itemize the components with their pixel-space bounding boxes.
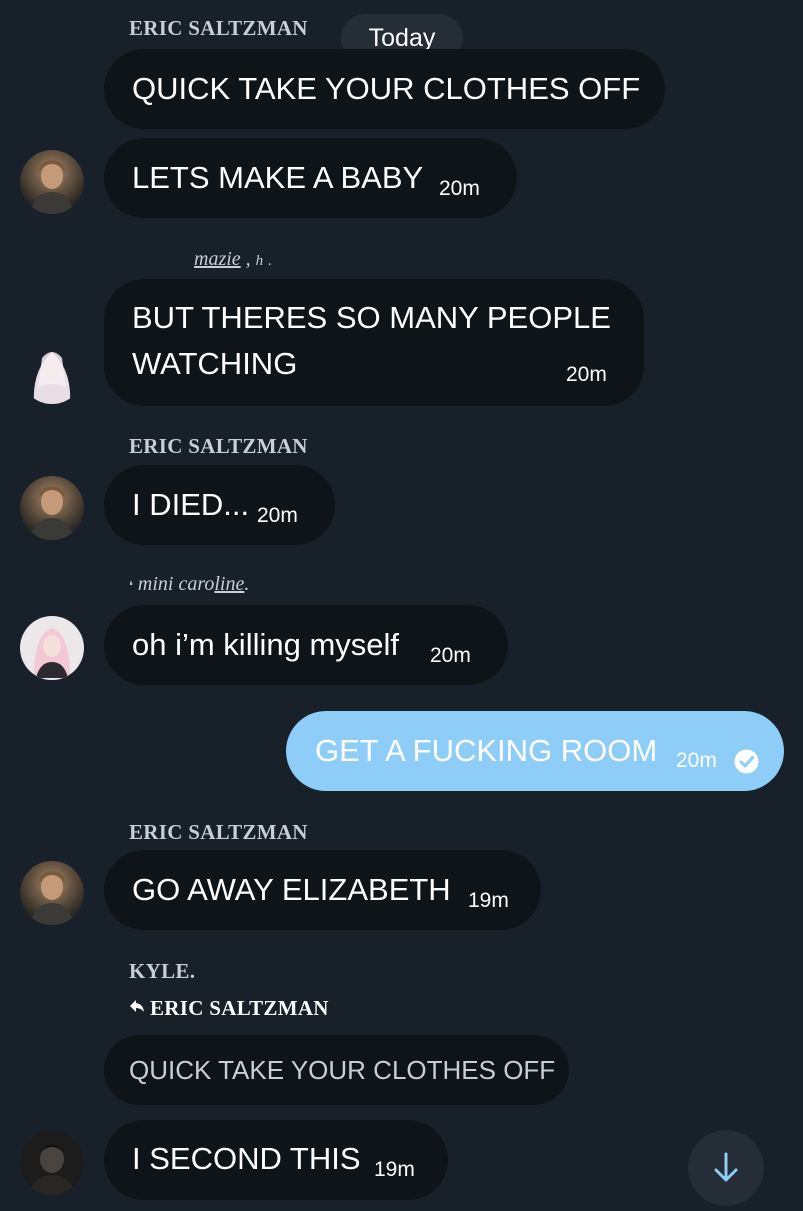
message-time: 19m [374,1158,415,1181]
message-text: LETS MAKE A BABY [132,160,424,195]
message-text: I DIED... [132,487,250,522]
own-message-bubble[interactable]: GET A FUCKING ROOM 20m [286,711,784,791]
message-bubble[interactable]: LETS MAKE A BABY 20m [104,138,517,218]
sender-name-part: , [245,248,251,270]
arrow-down-icon [714,1152,738,1182]
message-time: 20m [439,177,480,200]
avatar[interactable] [20,1131,84,1195]
quoted-text: QUICK TAKE YOUR CLOTHES OFF [129,1055,556,1085]
sender-name: KYLE. [129,959,196,983]
message-time: 20m [430,644,471,667]
message-text: QUICK TAKE YOUR CLOTHES OFF [132,71,641,106]
scroll-down-button[interactable] [688,1130,764,1206]
reply-to-name: ERIC SALTZMAN [150,996,329,1020]
message-text: I SECOND THIS [132,1141,361,1176]
message-time: 19m [468,889,509,912]
sender-name-part: h [255,253,264,269]
message-bubble[interactable]: GO AWAY ELIZABETH 19m [104,850,541,930]
quote-mark-icon: ❛ [129,579,133,593]
message-bubble[interactable]: oh i’m killing myself 20m [104,605,508,685]
check-circle-icon [734,749,759,774]
message-bubble[interactable]: I DIED... 20m [104,465,335,545]
avatar-portrait-icon [30,871,74,925]
message-time: 20m [257,504,298,527]
message-bubble[interactable]: BUT THERES SO MANY PEOPLE WATCHING 20m [104,279,644,406]
sender-name-part: line [214,573,245,595]
sender-name: ERIC SALTZMAN [129,820,308,844]
avatar-portrait-icon [34,628,70,678]
avatar[interactable] [20,476,84,540]
message-text: GO AWAY ELIZABETH [132,872,451,907]
message-bubble[interactable]: I SECOND THIS 19m [104,1120,448,1200]
sender-name-part: mini [137,573,174,595]
avatar[interactable] [20,150,84,214]
avatar-portrait-icon [30,486,74,540]
sender-name-part: mazie [194,248,241,270]
sender-name: ERIC SALTZMAN [129,16,308,40]
message-text: BUT THERES SO MANY PEOPLE [132,300,611,335]
avatar-portrait-icon [33,352,71,404]
message-text: WATCHING [132,346,298,381]
avatar[interactable] [20,340,84,404]
message-time: 20m [676,749,717,772]
quoted-message[interactable]: QUICK TAKE YOUR CLOTHES OFF [104,1035,569,1105]
avatar-portrait-icon [30,160,74,214]
message-time: 20m [566,363,607,386]
avatar[interactable] [20,861,84,925]
message-text: oh i’m killing myself [132,627,400,662]
avatar[interactable] [20,616,84,680]
reply-icon [128,997,146,1015]
sender-name: mazie , h . [194,248,272,271]
message-bubble[interactable]: QUICK TAKE YOUR CLOTHES OFF [104,49,665,129]
avatar-portrait-icon [28,1145,76,1195]
message-text: GET A FUCKING ROOM [315,733,658,768]
sender-name-part: caro [178,573,215,595]
sender-name: ERIC SALTZMAN [129,434,308,458]
sender-name-part: . [268,253,272,269]
sender-name: ❛ mini caroline. [129,573,249,596]
sender-name-part: . [244,573,250,595]
